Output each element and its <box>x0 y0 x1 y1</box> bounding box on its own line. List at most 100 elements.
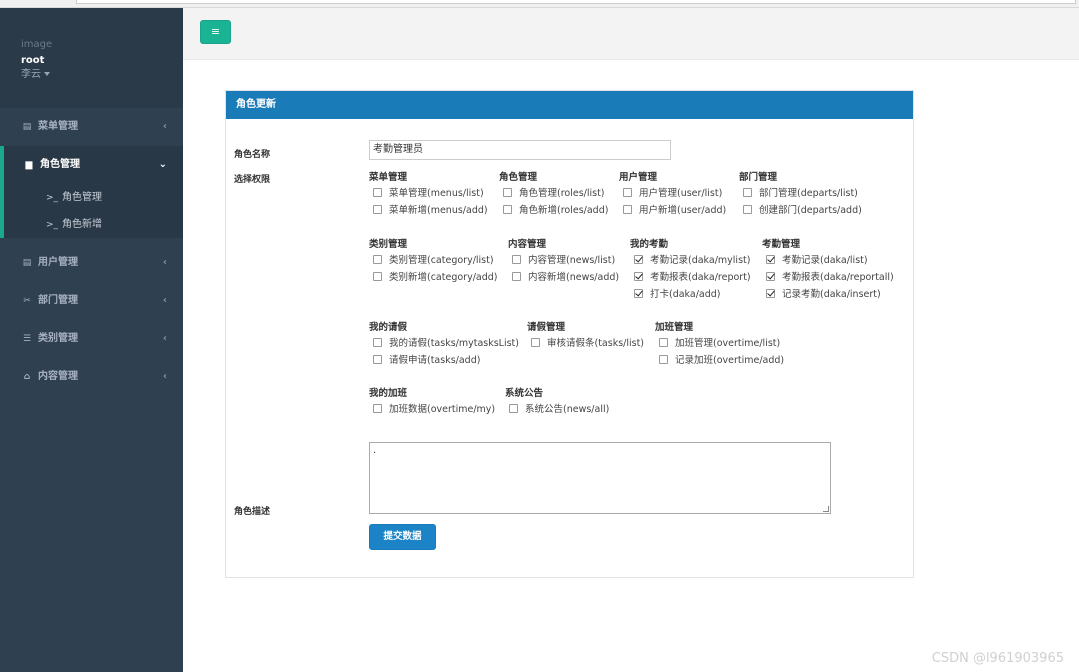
checkbox[interactable] <box>512 272 521 281</box>
sidebar-item-label: 菜单管理 <box>38 121 78 132</box>
perm-group-title: 请假管理 <box>527 322 566 333</box>
sidebar-item-label: 用户管理 <box>38 257 78 268</box>
resize-grip-icon[interactable] <box>823 506 829 512</box>
checkbox[interactable] <box>743 205 752 214</box>
role-description-textarea[interactable]: . <box>369 442 831 514</box>
sidebar-item-category[interactable]: ☰ 类别管理 ‹ <box>0 320 183 358</box>
perm-group-attendance-admin: 考勤管理 考勤记录(daka/list) 考勤报表(daka/reportall… <box>762 238 894 303</box>
sidebar-item-users[interactable]: ▤ 用户管理 ‹ <box>0 244 183 282</box>
checkbox[interactable] <box>373 355 382 364</box>
perm-checkbox-item[interactable]: 部门管理(departs/list) <box>739 185 862 202</box>
checkbox-checked[interactable] <box>634 255 643 264</box>
checkbox-checked[interactable] <box>634 272 643 281</box>
checkbox[interactable] <box>503 205 512 214</box>
perm-group-roles: 角色管理 角色管理(roles/list) 角色新增(roles/add) <box>499 171 608 219</box>
perm-checkbox-item[interactable]: 加班数据(overtime/my) <box>369 401 495 418</box>
perm-checkbox-item[interactable]: 用户管理(user/list) <box>619 185 726 202</box>
perm-item-label: 我的请假(tasks/mytasksList) <box>389 338 519 349</box>
profile-name: root <box>21 55 45 66</box>
sidebar-subitem-label: 角色新增 <box>62 219 102 230</box>
sidebar-subitem-role-add[interactable]: >_ 角色新增 <box>4 211 183 238</box>
perm-group-announcements: 系统公告 系统公告(news/all) <box>505 387 609 418</box>
sidebar-item-news[interactable]: ⌂ 内容管理 ‹ <box>0 358 183 396</box>
scissors-icon: ✂ <box>23 296 31 306</box>
perm-group-menus: 菜单管理 菜单管理(menus/list) 菜单新增(menus/add) <box>369 171 488 219</box>
perm-checkbox-item[interactable]: 考勤报表(daka/reportall) <box>762 269 894 286</box>
perm-checkbox-item[interactable]: 内容管理(news/list) <box>508 252 619 269</box>
sidebar-item-roles[interactable]: ▆ 角色管理 ⌄ <box>4 146 183 184</box>
permission-label: 选择权限 <box>234 175 271 185</box>
checkbox[interactable] <box>373 255 382 264</box>
checkbox[interactable] <box>373 205 382 214</box>
perm-checkbox-item[interactable]: 角色管理(roles/list) <box>499 185 608 202</box>
role-name-label: 角色名称 <box>234 150 271 160</box>
perm-checkbox-item[interactable]: 创建部门(departs/add) <box>739 202 862 219</box>
checkbox[interactable] <box>531 338 540 347</box>
toggle-menu-button[interactable]: ≡ <box>200 20 231 44</box>
chevron-left-icon: ‹ <box>162 371 167 382</box>
perm-group-users: 用户管理 用户管理(user/list) 用户新增(user/add) <box>619 171 726 219</box>
submit-button[interactable]: 提交数据 <box>369 524 436 550</box>
checkbox[interactable] <box>659 338 668 347</box>
sidebar-item-departs[interactable]: ✂ 部门管理 ‹ <box>0 282 183 320</box>
checkbox[interactable] <box>373 338 382 347</box>
checkbox[interactable] <box>743 188 752 197</box>
checkbox-checked[interactable] <box>766 272 775 281</box>
perm-item-label: 请假申请(tasks/add) <box>389 355 481 366</box>
perm-item-label: 系统公告(news/all) <box>525 404 610 415</box>
chevron-left-icon: ‹ <box>162 257 167 268</box>
checkbox[interactable] <box>623 205 632 214</box>
perm-checkbox-item[interactable]: 考勤报表(daka/report) <box>630 269 751 286</box>
checkbox-checked[interactable] <box>634 289 643 298</box>
perm-item-label: 考勤报表(daka/reportall) <box>782 272 894 283</box>
perm-item-label: 用户管理(user/list) <box>639 188 723 199</box>
profile-image-alt: image <box>21 39 53 50</box>
profile-role-dropdown[interactable]: 李云 <box>21 68 183 82</box>
home-icon: ⌂ <box>23 372 31 382</box>
hamburger-icon: ≡ <box>210 25 221 38</box>
perm-item-label: 内容新增(news/add) <box>528 272 620 283</box>
perm-checkbox-item[interactable]: 类别管理(category/list) <box>369 252 497 269</box>
checkbox-checked[interactable] <box>766 289 775 298</box>
perm-checkbox-item[interactable]: 请假申请(tasks/add) <box>369 352 519 369</box>
perm-checkbox-item[interactable]: 打卡(daka/add) <box>630 286 751 303</box>
checkbox[interactable] <box>503 188 512 197</box>
role-name-input[interactable]: 考勤管理员 <box>369 140 671 160</box>
perm-checkbox-item[interactable]: 菜单管理(menus/list) <box>369 185 488 202</box>
perm-checkbox-item[interactable]: 记录考勤(daka/insert) <box>762 286 894 303</box>
perm-group-title: 角色管理 <box>499 172 538 183</box>
checkbox[interactable] <box>373 404 382 413</box>
sidebar-group-roles: ▆ 角色管理 ⌄ >_ 角色管理 >_ 角色新增 <box>0 146 183 238</box>
sidebar-subitem-label: 角色管理 <box>62 192 102 203</box>
sidebar-item-menus[interactable]: ▤ 菜单管理 ‹ <box>0 108 183 146</box>
perm-checkbox-item[interactable]: 系统公告(news/all) <box>505 401 609 418</box>
perm-group-departs: 部门管理 部门管理(departs/list) 创建部门(departs/add… <box>739 171 862 219</box>
checkbox-checked[interactable] <box>766 255 775 264</box>
main-content: ≡ 角色更新 角色名称 考勤管理员 选择权限 菜单管理 菜单管理(menus/l… <box>183 8 1079 672</box>
perm-checkbox-item[interactable]: 考勤记录(daka/mylist) <box>630 252 751 269</box>
perm-checkbox-item[interactable]: 记录加班(overtime/add) <box>655 352 784 369</box>
perm-item-label: 部门管理(departs/list) <box>759 188 858 199</box>
checkbox[interactable] <box>373 188 382 197</box>
perm-checkbox-item[interactable]: 用户新增(user/add) <box>619 202 726 219</box>
checkbox[interactable] <box>623 188 632 197</box>
perm-checkbox-item[interactable]: 考勤记录(daka/list) <box>762 252 894 269</box>
perm-checkbox-item[interactable]: 类别新增(category/add) <box>369 269 497 286</box>
perm-checkbox-item[interactable]: 我的请假(tasks/mytasksList) <box>369 335 519 352</box>
perm-checkbox-item[interactable]: 菜单新增(menus/add) <box>369 202 488 219</box>
sidebar-group-departs: ✂ 部门管理 ‹ <box>0 282 183 320</box>
perm-item-label: 记录加班(overtime/add) <box>675 355 785 366</box>
profile-role-label: 李云 <box>21 69 41 80</box>
perm-checkbox-item[interactable]: 角色新增(roles/add) <box>499 202 608 219</box>
address-bar[interactable] <box>76 0 1076 4</box>
perm-group-news: 内容管理 内容管理(news/list) 内容新增(news/add) <box>508 238 619 286</box>
checkbox[interactable] <box>509 404 518 413</box>
perm-checkbox-item[interactable]: 审核请假条(tasks/list) <box>527 335 644 352</box>
perm-checkbox-item[interactable]: 加班管理(overtime/list) <box>655 335 784 352</box>
checkbox[interactable] <box>512 255 521 264</box>
perm-checkbox-item[interactable]: 内容新增(news/add) <box>508 269 619 286</box>
checkbox[interactable] <box>373 272 382 281</box>
checkbox[interactable] <box>659 355 668 364</box>
chevron-down-icon: ⌄ <box>158 159 167 170</box>
sidebar-subitem-role-list[interactable]: >_ 角色管理 <box>4 184 183 211</box>
